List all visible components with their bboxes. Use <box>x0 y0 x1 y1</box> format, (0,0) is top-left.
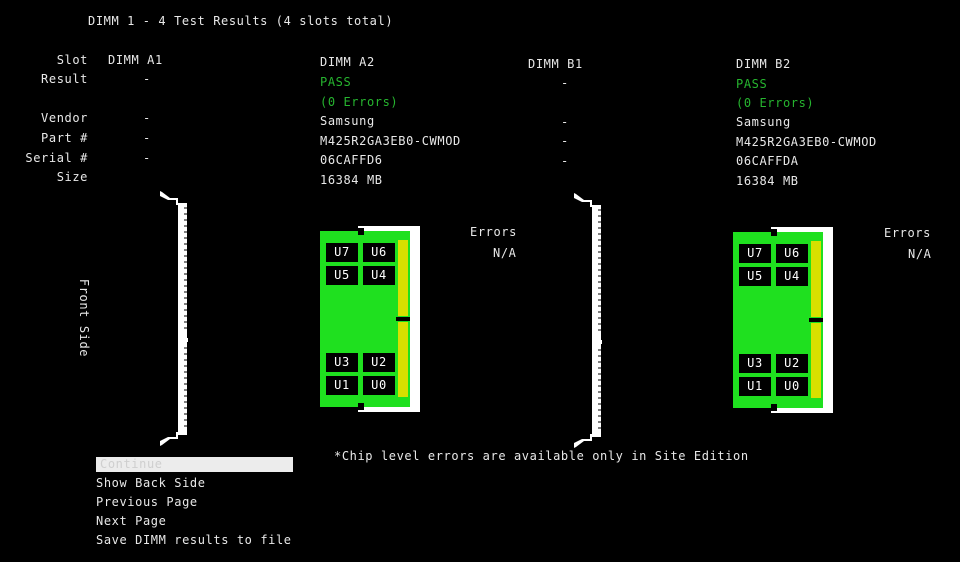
slot-b2-errors-heading: Errors <box>884 226 931 240</box>
menu-save-results[interactable]: Save DIMM results to file <box>96 533 292 548</box>
dimm-a2-chip-u5: U5 <box>326 266 358 285</box>
dimm-b2-chip-u1: U1 <box>739 377 771 396</box>
label-serial: Serial # <box>25 151 88 165</box>
dimm-b2-chip-u7: U7 <box>739 244 771 263</box>
slot-b1-serial: - <box>561 154 569 168</box>
slot-b2-errors: (0 Errors) <box>736 96 815 110</box>
slot-a1-result: - <box>143 72 151 86</box>
dimm-b2-chip-u3: U3 <box>739 354 771 373</box>
dimm-b2-module: U7 U6 U5 U4 U3 U2 U1 U0 <box>733 225 835 415</box>
slot-b1-part: - <box>561 134 569 148</box>
page-title: DIMM 1 - 4 Test Results (4 slots total) <box>88 14 394 28</box>
slot-a2-result: PASS <box>320 75 352 89</box>
slot-b2-size: 16384 MB <box>736 174 799 188</box>
dimm-a2-chip-u3: U3 <box>326 353 358 372</box>
dimm-b2-chip-u5: U5 <box>739 267 771 286</box>
slot-b2-result: PASS <box>736 77 768 91</box>
dimm-a2-chip-u6: U6 <box>363 243 395 262</box>
slot-b1-name: DIMM B1 <box>528 57 583 71</box>
slot-a2-errors-value: N/A <box>493 246 517 260</box>
site-edition-note: *Chip level errors are available only in… <box>334 449 749 463</box>
dimm-b2-chip-u0: U0 <box>776 377 808 396</box>
slot-a1-serial: - <box>143 151 151 165</box>
slot-a2-serial: 06CAFFD6 <box>320 153 383 167</box>
slot-b2-name: DIMM B2 <box>736 57 791 71</box>
slot-b2-vendor: Samsung <box>736 115 791 129</box>
label-size: Size <box>56 170 88 184</box>
slot-a2-part: M425R2GA3EB0-CWMOD <box>320 134 461 148</box>
label-vendor: Vendor <box>41 111 88 125</box>
dimm-a2-chip-u0: U0 <box>363 376 395 395</box>
slot-a1-vendor: - <box>143 111 151 125</box>
dimm-a2-chip-u4: U4 <box>363 266 395 285</box>
slot-a2-errors-heading: Errors <box>470 225 517 239</box>
dimm-a2-module: U7 U6 U5 U4 U3 U2 U1 U0 <box>320 224 422 414</box>
slot-b1-result: - <box>561 76 569 90</box>
menu-continue[interactable]: Continue <box>96 457 293 472</box>
dimm-a2-chip-u2: U2 <box>363 353 395 372</box>
slot-a2-errors: (0 Errors) <box>320 95 399 109</box>
side-label: Front Side <box>77 278 91 358</box>
slot-a2-size: 16384 MB <box>320 173 383 187</box>
dimm-a2-chip-u1: U1 <box>326 376 358 395</box>
slot-b2-errors-value: N/A <box>908 247 932 261</box>
empty-slot-b1-icon <box>574 193 602 448</box>
slot-b2-part: M425R2GA3EB0-CWMOD <box>736 135 877 149</box>
menu-show-back-side[interactable]: Show Back Side <box>96 476 206 491</box>
dimm-b2-chip-u6: U6 <box>776 244 808 263</box>
menu-next-page[interactable]: Next Page <box>96 514 166 529</box>
label-part: Part # <box>41 131 88 145</box>
dimm-a2-chip-u7: U7 <box>326 243 358 262</box>
slot-a1-name: DIMM A1 <box>108 53 163 67</box>
slot-a1-part: - <box>143 131 151 145</box>
slot-b2-serial: 06CAFFDA <box>736 154 799 168</box>
menu-previous-page[interactable]: Previous Page <box>96 495 198 510</box>
empty-slot-a1-icon <box>160 191 188 446</box>
slot-b1-vendor: - <box>561 115 569 129</box>
slot-a2-name: DIMM A2 <box>320 55 375 69</box>
dimm-b2-chip-u2: U2 <box>776 354 808 373</box>
label-result: Result <box>41 72 88 86</box>
label-slot: Slot <box>56 53 88 67</box>
dimm-b2-chip-u4: U4 <box>776 267 808 286</box>
slot-a2-vendor: Samsung <box>320 114 375 128</box>
